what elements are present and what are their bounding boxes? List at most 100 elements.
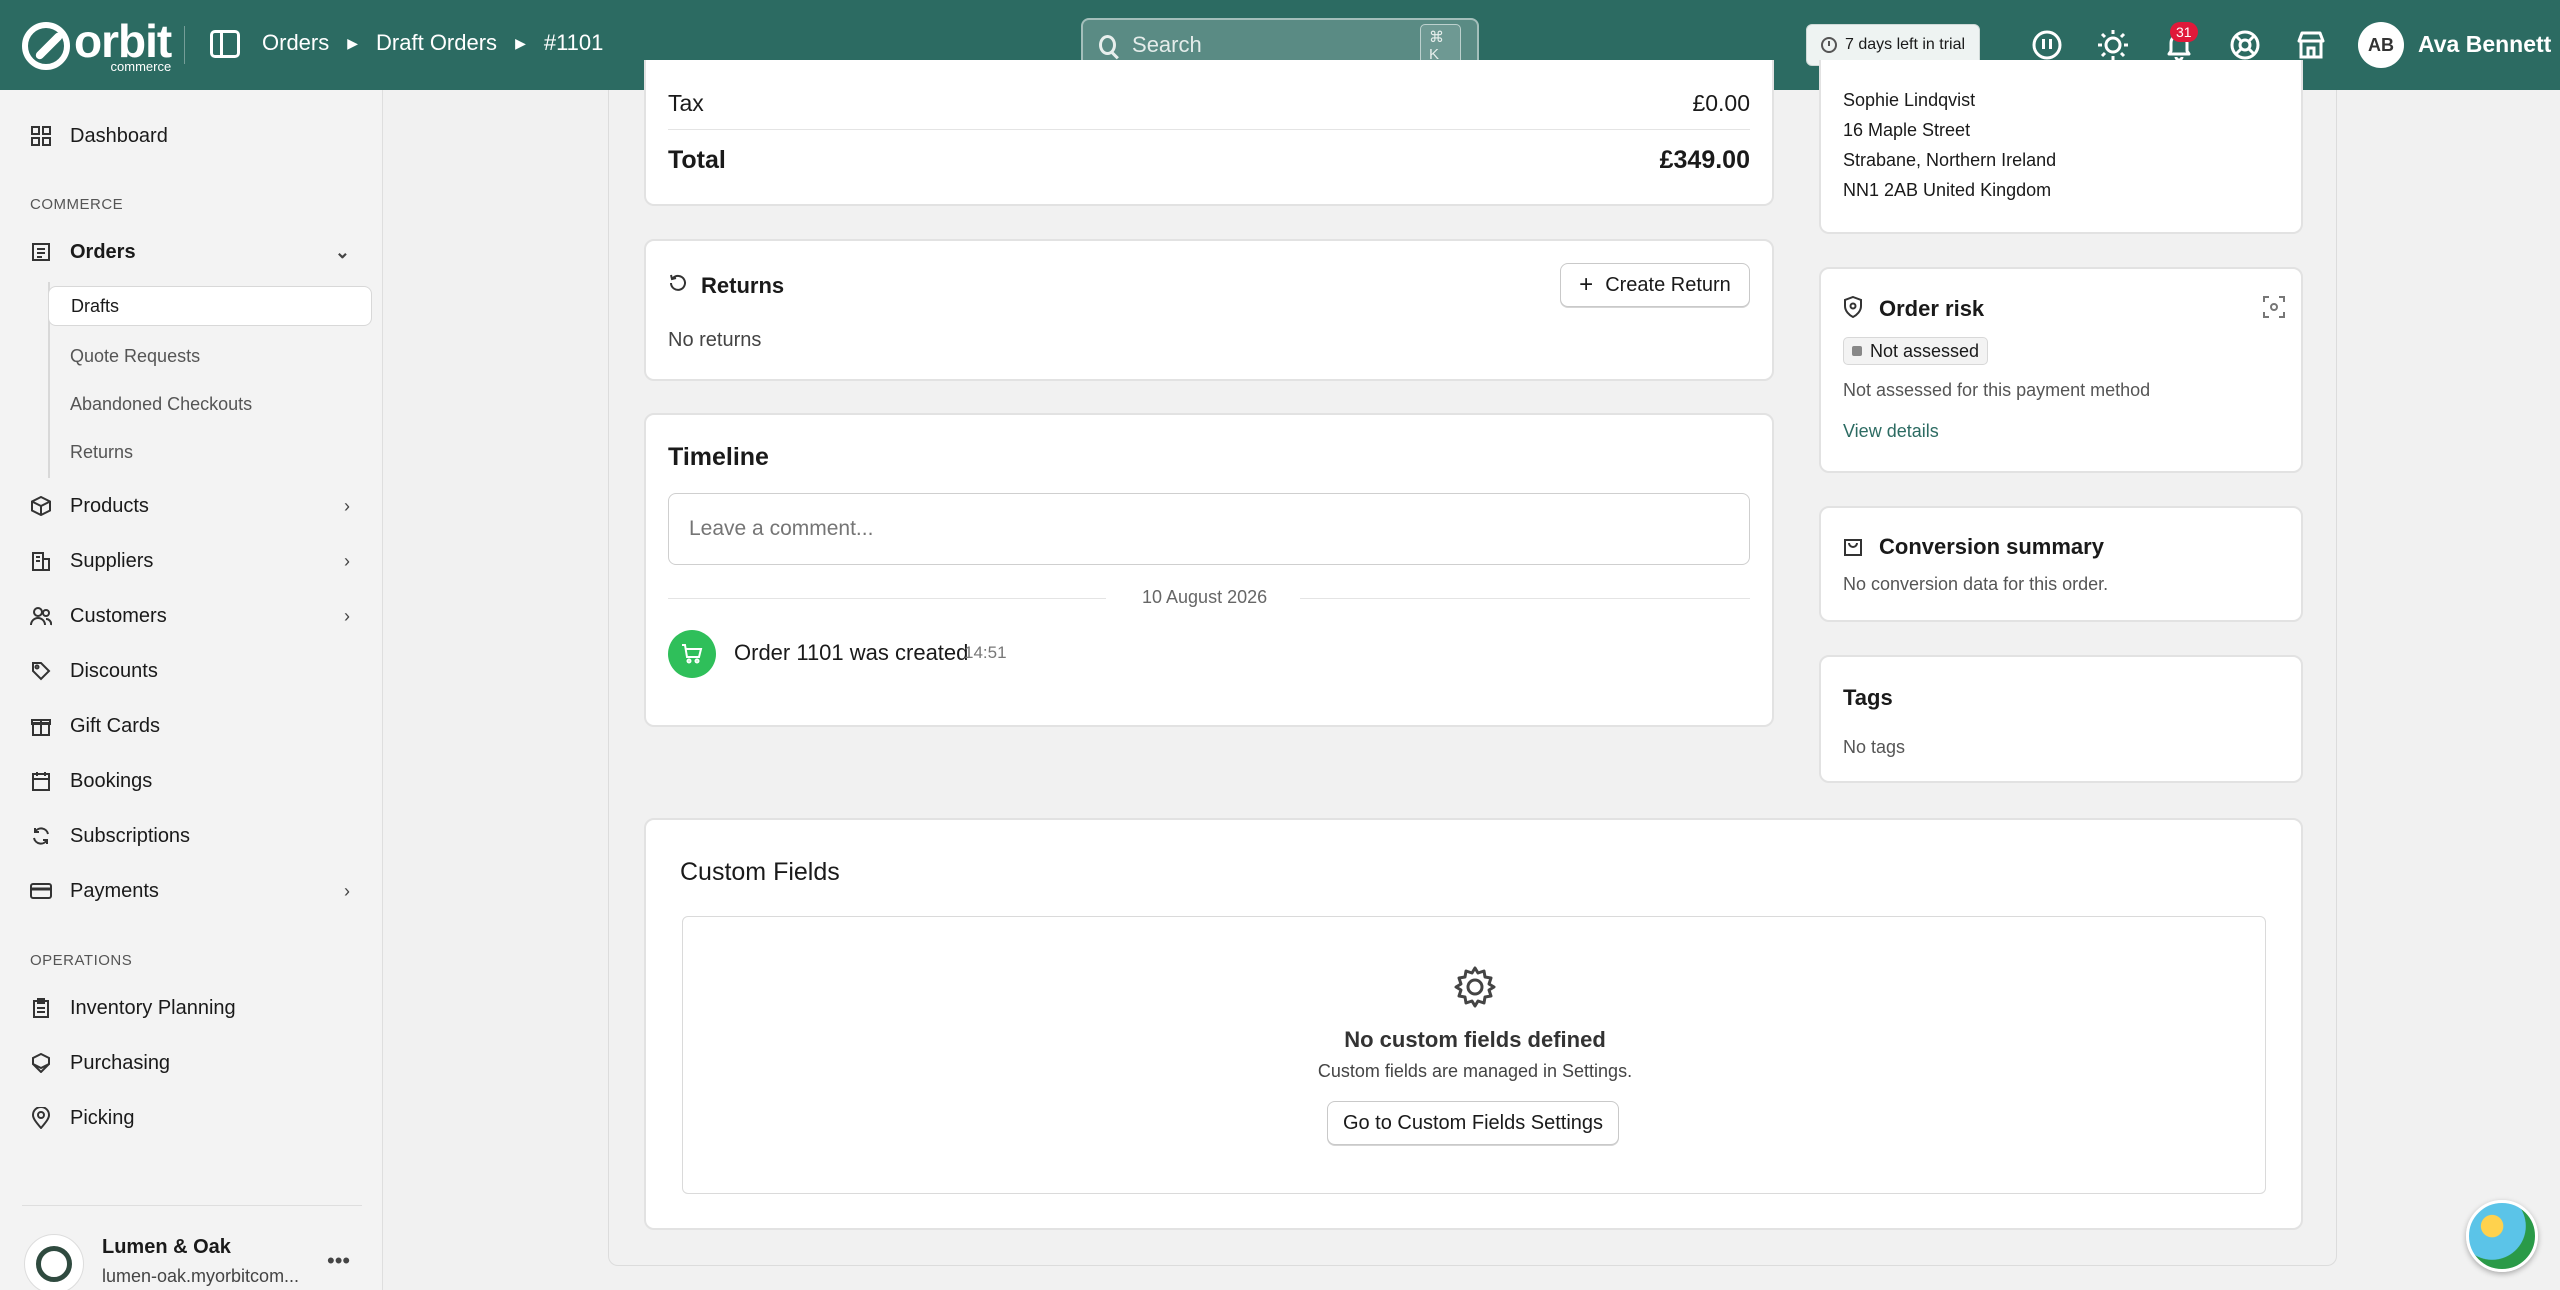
refresh-icon [30, 825, 52, 847]
chevron-down-icon: ⌄ [334, 241, 350, 262]
search-input[interactable] [1132, 32, 1421, 58]
store-name: Lumen & Oak [102, 1236, 231, 1258]
view-details-link[interactable]: View details [1843, 421, 1939, 442]
chevron-right-icon: › [344, 880, 350, 901]
sidebar-item-picking[interactable]: Picking [30, 1098, 360, 1138]
sidebar-item-orders[interactable]: Orders ⌄ [30, 232, 360, 272]
breadcrumb-orders[interactable]: Orders [262, 30, 329, 56]
tax-label: Tax [668, 90, 704, 116]
conversion-text: No conversion data for this order. [1843, 574, 2109, 594]
total-label: Total [668, 146, 726, 174]
status-dot-icon [1852, 346, 1862, 356]
shopping-bag-icon [1843, 534, 1863, 561]
section-label-operations: OPERATIONS [30, 952, 133, 969]
sidebar-item-purchasing[interactable]: Purchasing [30, 1043, 360, 1083]
sidebar-subitem-abandoned-checkouts[interactable]: Abandoned Checkouts [70, 384, 252, 424]
sidebar-item-dashboard[interactable]: Dashboard [30, 116, 360, 156]
cart-icon [668, 630, 716, 678]
gear-icon [1453, 965, 1497, 1014]
breadcrumb-draft-orders[interactable]: Draft Orders [376, 30, 497, 56]
help-lifebuoy-icon[interactable] [2228, 28, 2262, 62]
chevron-right-icon: › [344, 550, 350, 571]
conversion-summary-card: Conversion summary No conversion data fo… [1819, 506, 2303, 622]
feedback-icon[interactable] [2030, 28, 2064, 62]
create-return-button[interactable]: + Create Return [1560, 263, 1750, 307]
timeline-event-time: 14:51 [964, 643, 1007, 662]
breadcrumb: Orders ▶ Draft Orders ▶ #1101 [262, 30, 603, 56]
sidebar-item-gift-cards[interactable]: Gift Cards [30, 706, 360, 746]
sidebar-item-suppliers[interactable]: Suppliers › [30, 541, 360, 581]
notification-badge: 31 [2170, 22, 2198, 42]
sidebar-item-inventory-planning[interactable]: Inventory Planning [30, 988, 360, 1028]
map-pin-icon [30, 1107, 52, 1129]
package-icon [30, 495, 52, 517]
sidebar-item-bookings[interactable]: Bookings [30, 761, 360, 801]
assistant-avatar-icon[interactable] [2466, 1200, 2538, 1272]
sidebar-item-label: Dashboard [70, 124, 168, 147]
sidebar-item-label: Customers [70, 604, 167, 627]
shipping-address-card: Sophie Lindqvist 16 Maple Street Straban… [1819, 60, 2303, 234]
sidebar-item-payments[interactable]: Payments › [30, 871, 360, 911]
user-name[interactable]: Ava Bennett [2418, 31, 2551, 58]
divider [1300, 598, 1750, 599]
sidebar-item-customers[interactable]: Customers › [30, 596, 360, 636]
total-value: £349.00 [1659, 146, 1750, 174]
chevron-right-icon: › [344, 495, 350, 516]
orbit-logo[interactable]: orbit commerce [22, 18, 172, 73]
building-icon [30, 550, 52, 572]
comment-input[interactable] [668, 493, 1750, 565]
divider [668, 598, 1106, 599]
sidebar-item-products[interactable]: Products › [30, 486, 360, 526]
breadcrumb-current: #1101 [543, 30, 604, 55]
more-options-icon[interactable]: ••• [327, 1248, 350, 1274]
returns-empty: No returns [668, 329, 762, 351]
plus-icon: + [1579, 271, 1594, 298]
risk-status-badge: Not assessed [1843, 337, 1989, 365]
sidebar-item-label: Payments [70, 879, 159, 902]
sidebar-item-label: Products [70, 494, 149, 517]
store-url: lumen-oak.myorbitcom... [102, 1266, 300, 1286]
order-summary-card: Tax £0.00 Total £349.00 [644, 60, 1774, 206]
store-icon[interactable] [2294, 28, 2328, 62]
sidebar-subitem-drafts[interactable]: Drafts [48, 286, 372, 326]
custom-fields-settings-button[interactable]: Go to Custom Fields Settings [1327, 1101, 1619, 1145]
sidebar-toggle-icon[interactable] [210, 30, 240, 58]
sidebar-subitem-quote-requests[interactable]: Quote Requests [70, 336, 200, 376]
trial-text: 7 days left in trial [1845, 36, 1966, 53]
tax-value: £0.00 [1692, 90, 1750, 116]
custom-fields-empty-state: No custom fields defined Custom fields a… [682, 916, 2266, 1194]
tags-title: Tags [1843, 685, 1893, 710]
search-icon [1099, 35, 1117, 55]
sidebar-item-label: Inventory Planning [70, 996, 236, 1019]
sidebar-item-label: Bookings [70, 769, 153, 792]
order-risk-card: Order risk Not assessed Not assessed for… [1819, 267, 2303, 473]
timeline-card: Timeline 10 August 2026 Order 1101 was c… [644, 413, 1774, 727]
sidebar-subitem-returns[interactable]: Returns [70, 432, 133, 472]
chevron-right-icon: › [344, 605, 350, 626]
sidebar-item-label: Gift Cards [70, 714, 161, 737]
sidebar-item-discounts[interactable]: Discounts [30, 651, 360, 691]
card-icon [30, 880, 52, 902]
address-line1: 16 Maple Street [1843, 120, 1971, 140]
theme-sun-icon[interactable] [2096, 28, 2130, 62]
section-label-commerce: COMMERCE [30, 196, 124, 213]
chevron-right-icon: ▶ [347, 34, 359, 51]
tags-card: Tags No tags [1819, 655, 2303, 783]
custom-fields-card: Custom Fields No custom fields defined C… [644, 818, 2303, 1230]
create-return-label: Create Return [1605, 273, 1731, 296]
sidebar-item-label: Subscriptions [70, 824, 191, 847]
expand-icon[interactable] [2263, 296, 2285, 323]
empty-state-text: Custom fields are managed in Settings. [1317, 1061, 1633, 1081]
avatar[interactable]: AB [2358, 22, 2404, 68]
orders-icon [30, 241, 52, 263]
custom-fields-title: Custom Fields [680, 858, 840, 886]
sidebar-item-label: Purchasing [70, 1051, 171, 1074]
risk-status-text: Not assessed [1870, 341, 1980, 361]
order-risk-title: Order risk [1879, 296, 1985, 321]
returns-card: Returns + Create Return No returns [644, 239, 1774, 381]
sidebar-item-subscriptions[interactable]: Subscriptions [30, 816, 360, 856]
address-name: Sophie Lindqvist [1843, 90, 1976, 110]
sidebar-item-label: Orders [70, 240, 136, 263]
store-switcher[interactable]: Lumen & Oak lumen-oak.myorbitcom... ••• [22, 1205, 362, 1290]
divider [668, 129, 1750, 130]
